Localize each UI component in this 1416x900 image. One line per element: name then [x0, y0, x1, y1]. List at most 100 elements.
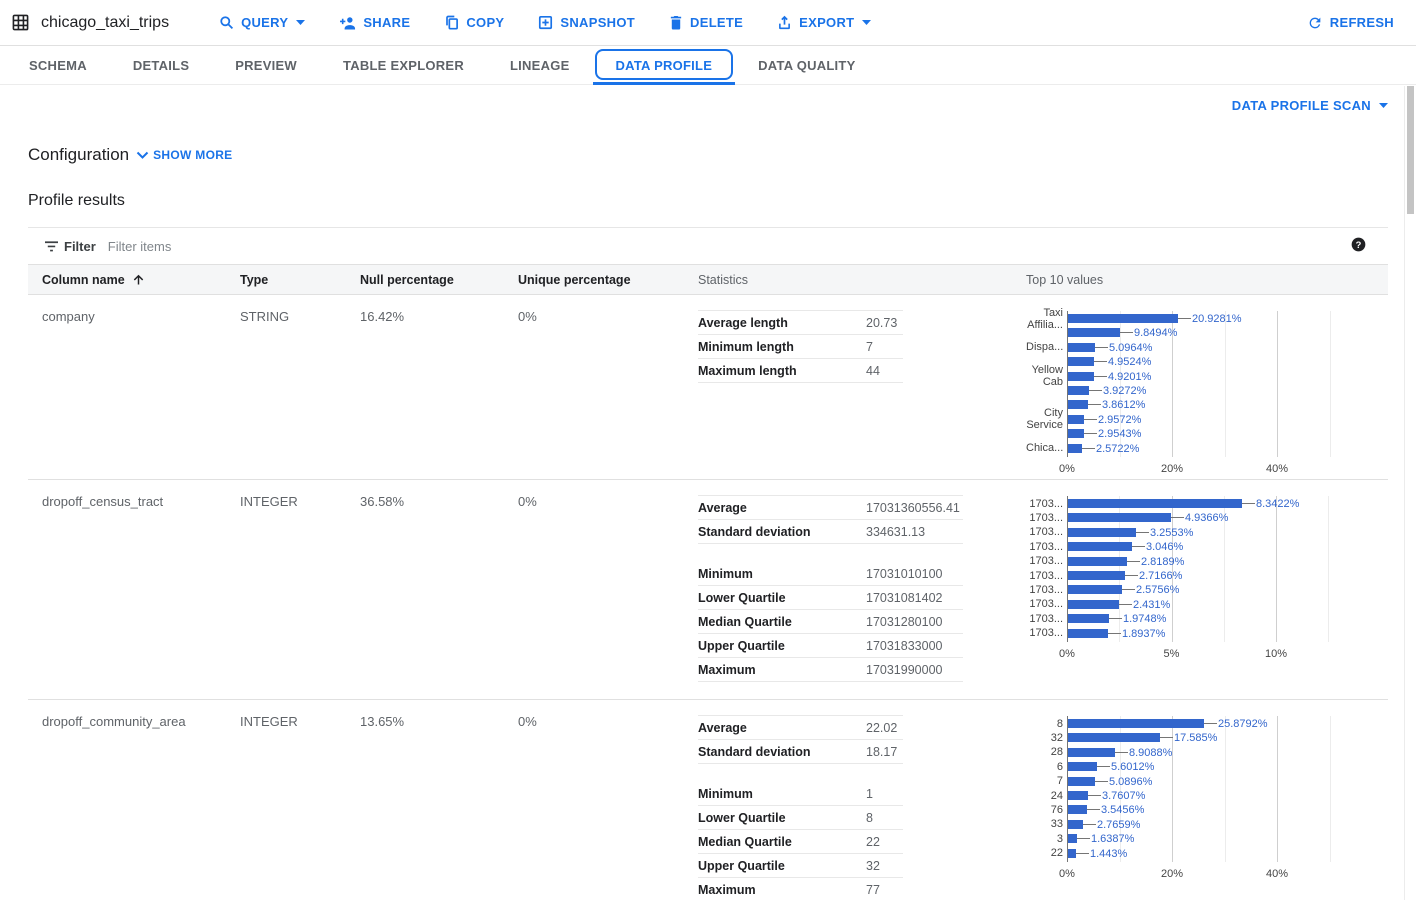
tab-strip: SCHEMADETAILSPREVIEWTABLE EXPLORER LINEAG…	[0, 46, 1416, 85]
bar-value-text: 2.5756%	[1136, 584, 1179, 596]
column-header-statistics: Statistics	[698, 273, 1026, 287]
bar-value-text: 2.9543%	[1098, 428, 1141, 440]
bar-category-line: 76	[1026, 804, 1063, 816]
bar-value-text: 4.9524%	[1108, 356, 1151, 368]
tab-data-quality[interactable]: DATA QUALITY	[735, 46, 878, 84]
column-header-null-percentage[interactable]: Null percentage	[360, 273, 518, 287]
bar-value-label: 1.8937%	[1108, 628, 1165, 640]
statistic-row: Average22.02	[698, 716, 903, 740]
table-icon	[12, 14, 29, 31]
snapshot-button[interactable]: SNAPSHOT	[538, 15, 635, 30]
bar	[1068, 343, 1095, 352]
bar-category-label: Dispa...	[1026, 341, 1063, 353]
leader-line	[1077, 838, 1090, 839]
bar-value-text: 20.9281%	[1192, 313, 1242, 325]
null-percentage-cell: 13.65%	[360, 712, 518, 729]
statistic-row: Median Quartile22	[698, 830, 903, 854]
bar	[1068, 513, 1171, 522]
bar	[1068, 400, 1088, 409]
gridline	[1330, 716, 1331, 862]
caret-down-icon	[296, 20, 305, 25]
statistic-row: Upper Quartile32	[698, 854, 903, 878]
unique-percentage: 0%	[518, 714, 537, 729]
column-header-unique-percentage[interactable]: Unique percentage	[518, 273, 698, 287]
bar-category-line: Service	[1026, 419, 1063, 431]
statistic-row: Lower Quartile17031081402	[698, 586, 963, 610]
statistic-label: Average	[698, 501, 866, 515]
show-more-button[interactable]: SHOW MORE	[136, 148, 232, 162]
tab-preview[interactable]: PREVIEW	[212, 46, 320, 84]
statistic-row: Minimum1	[698, 782, 903, 806]
statistic-row: Minimum length7	[698, 335, 903, 359]
tab-data-profile[interactable]: DATA PROFILE	[593, 46, 736, 84]
bar-value-label: 2.9572%	[1084, 414, 1141, 426]
bar-value-text: 3.7607%	[1102, 790, 1145, 802]
tab-schema[interactable]: SCHEMA	[6, 46, 110, 84]
null-percentage: 36.58%	[360, 494, 404, 509]
statistic-label: Median Quartile	[698, 615, 866, 629]
scrollbar-thumb[interactable]	[1407, 86, 1414, 214]
statistic-value: 1	[866, 787, 873, 801]
bar	[1068, 791, 1088, 800]
filter-items-input[interactable]	[108, 239, 1351, 254]
leader-line	[1089, 390, 1102, 391]
query-button[interactable]: QUERY	[219, 15, 305, 30]
statistic-row: Upper Quartile17031833000	[698, 634, 963, 658]
statistic-value: 17031081402	[866, 591, 942, 605]
data-profile-scan-button[interactable]: DATA PROFILE SCAN	[1232, 94, 1388, 116]
statistics-table: Average17031360556.41Standard deviation3…	[698, 495, 963, 682]
tab-lineage[interactable]: LINEAGE	[487, 46, 593, 84]
null-percentage: 16.42%	[360, 309, 404, 324]
bar-value-label: 1.9748%	[1109, 613, 1166, 625]
copy-icon	[444, 15, 459, 30]
statistic-value: 32	[866, 859, 880, 873]
statistic-value: 44	[866, 364, 880, 378]
bar	[1068, 372, 1094, 381]
bar-category-line: 1703...	[1026, 613, 1063, 625]
statistic-value: 8	[866, 811, 873, 825]
bar-category-label: 28	[1026, 746, 1063, 758]
share-button[interactable]: SHARE	[339, 15, 410, 30]
leader-line	[1160, 737, 1173, 738]
bar-category-line: 28	[1026, 746, 1063, 758]
column-header-type[interactable]: Type	[240, 273, 360, 287]
bar	[1068, 328, 1120, 337]
tab-label: DATA PROFILE	[616, 58, 713, 73]
bar-value-label: 3.7607%	[1088, 790, 1145, 802]
bar-value-label: 2.8189%	[1127, 556, 1184, 568]
copy-button[interactable]: COPY	[444, 15, 504, 30]
tab-label: LINEAGE	[510, 58, 570, 73]
column-header-column-name[interactable]: Column name	[42, 273, 240, 287]
share-label: SHARE	[363, 15, 410, 30]
statistic-label: Standard deviation	[698, 525, 866, 539]
refresh-button[interactable]: REFRESH	[1307, 15, 1394, 31]
bar-category-label: 8	[1026, 718, 1063, 730]
statistic-row: Maximum77	[698, 878, 903, 900]
type-cell: INTEGER	[240, 712, 360, 729]
tab-table-explorer[interactable]: TABLE EXPLORER	[320, 46, 487, 84]
bar-value-label: 3.046%	[1132, 541, 1183, 553]
statistic-label: Minimum	[698, 787, 866, 801]
top-10-values-chart: 0%20%40%25.8792%17.585%8.9088%5.6012%5.0…	[1026, 716, 1388, 884]
statistics-spacer	[698, 764, 903, 782]
bar-category-label: 1703...	[1026, 526, 1063, 538]
refresh-label: REFRESH	[1330, 15, 1394, 30]
bar-category-line: 24	[1026, 790, 1063, 802]
statistics-cell: Average22.02Standard deviation18.17Minim…	[698, 712, 1026, 900]
statistic-label: Average	[698, 721, 866, 735]
bar-category-label: CityService	[1026, 407, 1063, 431]
export-button[interactable]: EXPORT	[777, 15, 871, 30]
bar-value-label: 5.0964%	[1095, 342, 1152, 354]
bar-category-line: 6	[1026, 761, 1063, 773]
leader-line	[1127, 561, 1140, 562]
bar-value-label: 4.9366%	[1171, 512, 1228, 524]
bar	[1068, 528, 1136, 537]
help-button[interactable]: ?	[1351, 237, 1366, 255]
column-header-label: Null percentage	[360, 273, 454, 287]
bar-value-text: 3.5456%	[1101, 804, 1144, 816]
tab-details[interactable]: DETAILS	[110, 46, 212, 84]
axis-tick-label: 40%	[1266, 868, 1288, 880]
bar	[1068, 849, 1076, 858]
bar-value-text: 1.8937%	[1122, 628, 1165, 640]
delete-button[interactable]: DELETE	[669, 15, 743, 30]
